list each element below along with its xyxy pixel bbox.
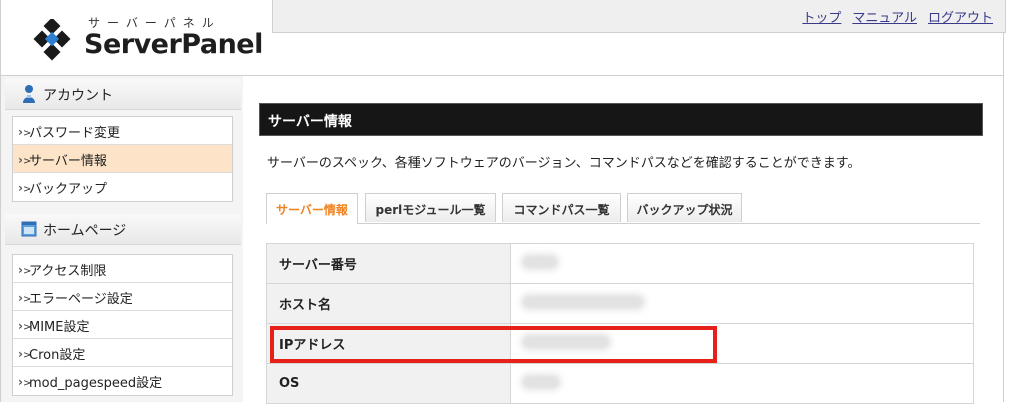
sidebar-item-label: エラーページ設定 xyxy=(29,292,133,307)
table-row: ホスト名 xyxy=(266,283,974,324)
header-nav-bar: トップ マニュアル ログアウト xyxy=(272,0,1006,33)
sidebar-heading-homepage: ホームページ xyxy=(5,214,241,245)
sidebar-item-server-info[interactable]: > サーバー情報 xyxy=(13,145,232,173)
page-title: サーバー情報 xyxy=(259,103,983,136)
header: サーバーパネル ServerPanel トップ マニュアル ログアウト xyxy=(0,0,1012,77)
redacted-value xyxy=(523,255,557,268)
header-right-border xyxy=(1003,32,1004,76)
window-icon xyxy=(21,221,37,237)
row-key-server-number: サーバー番号 xyxy=(266,243,511,284)
table-row: IPアドレス xyxy=(266,323,974,364)
row-key-hostname: ホスト名 xyxy=(266,283,511,324)
table-row: サーバー番号 xyxy=(266,243,974,284)
row-value-ip-address xyxy=(510,323,974,364)
row-value-server-number xyxy=(510,243,974,284)
sidebar-item-label: Cron設定 xyxy=(29,348,86,363)
tab-perl-modules[interactable]: perlモジュール一覧 xyxy=(365,193,496,222)
sidebar-item-label: パスワード変更 xyxy=(29,126,121,141)
tab-server-info[interactable]: サーバー情報 xyxy=(266,193,358,224)
main-content: サーバー情報 サーバーのスペック、各種ソフトウェアのバージョン、コマンドパスなど… xyxy=(243,76,1004,404)
sidebar-item-label: サーバー情報 xyxy=(29,154,107,169)
sidebar-heading-account: アカウント xyxy=(5,79,241,110)
row-key-os: OS xyxy=(266,363,511,404)
row-value-os xyxy=(510,363,974,404)
redacted-value xyxy=(523,335,609,348)
sidebar-item-password[interactable]: > パスワード変更 xyxy=(13,117,232,145)
sidebar-list-homepage: > アクセス制限 > エラーページ設定 > MIME設定 > Cron設定 > … xyxy=(12,254,233,396)
header-links: トップ マニュアル ログアウト xyxy=(791,7,993,26)
logo-diamond-icon xyxy=(33,19,71,61)
sidebar-heading-label: ホームページ xyxy=(43,223,127,239)
sidebar-item-access-restriction[interactable]: > アクセス制限 xyxy=(13,255,232,283)
tab-bar: サーバー情報 perlモジュール一覧 コマンドパス一覧 バックアップ状況 xyxy=(266,193,980,224)
server-info-table: サーバー番号 ホスト名 IPアドレス OS xyxy=(266,243,974,404)
user-icon xyxy=(23,85,35,103)
row-value-hostname xyxy=(510,283,974,324)
sidebar-item-cron[interactable]: > Cron設定 xyxy=(13,339,232,367)
sidebar-item-label: mod_pagespeed設定 xyxy=(29,376,163,391)
logout-link[interactable]: ログアウト xyxy=(928,11,993,26)
page-description: サーバーのスペック、各種ソフトウェアのバージョン、コマンドパスなどを確認すること… xyxy=(267,156,861,171)
sidebar: アカウント > パスワード変更 > サーバー情報 > バックアップ ホームページ… xyxy=(0,76,244,402)
sidebar-item-backup[interactable]: > バックアップ xyxy=(13,173,232,201)
tab-command-paths[interactable]: コマンドパス一覧 xyxy=(502,193,621,222)
sidebar-item-label: アクセス制限 xyxy=(29,264,107,279)
sidebar-heading-label: アカウント xyxy=(43,88,113,104)
table-row: OS xyxy=(266,363,974,404)
top-link[interactable]: トップ xyxy=(802,11,841,26)
header-left-border xyxy=(0,0,1,75)
sidebar-item-error-page[interactable]: > エラーページ設定 xyxy=(13,283,232,311)
sidebar-item-label: MIME設定 xyxy=(29,320,90,335)
sidebar-item-mime[interactable]: > MIME設定 xyxy=(13,311,232,339)
sidebar-list-account: > パスワード変更 > サーバー情報 > バックアップ xyxy=(12,116,233,202)
redacted-value xyxy=(523,295,643,308)
tab-backup-status[interactable]: バックアップ状況 xyxy=(627,193,742,222)
redacted-value xyxy=(523,375,559,388)
row-key-ip-address: IPアドレス xyxy=(266,323,511,364)
sidebar-item-label: バックアップ xyxy=(29,182,108,197)
logo[interactable]: サーバーパネル ServerPanel xyxy=(0,0,272,75)
logo-text: ServerPanel xyxy=(84,29,263,60)
sidebar-item-pagespeed[interactable]: > mod_pagespeed設定 xyxy=(13,367,232,395)
manual-link[interactable]: マニュアル xyxy=(852,11,917,26)
